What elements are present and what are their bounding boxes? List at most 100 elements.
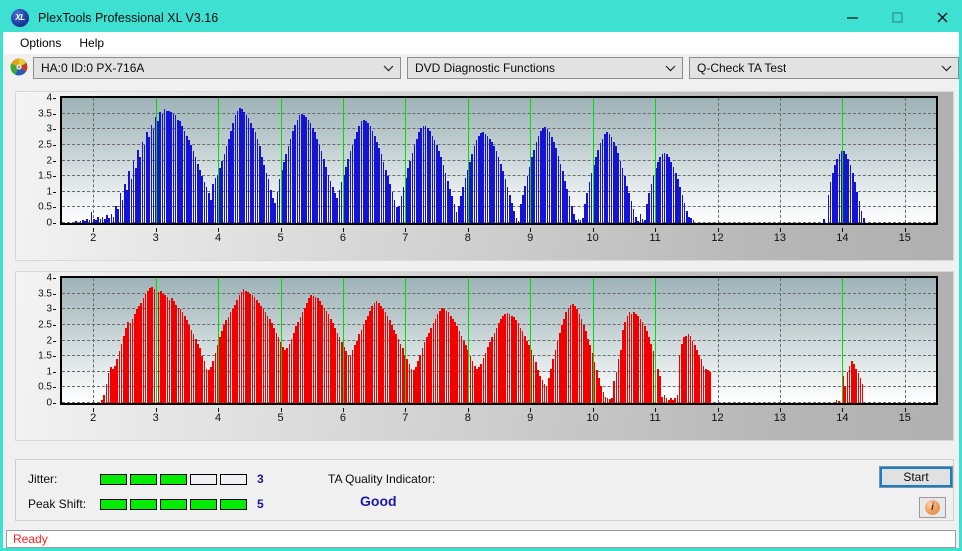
- x-axis-tick-label: 7: [402, 232, 409, 244]
- start-button[interactable]: Start: [879, 466, 953, 488]
- x-axis-tick: [218, 228, 220, 232]
- x-axis-tick-label: 15: [898, 232, 911, 244]
- y-axis-tick-label: 0.5: [38, 201, 52, 213]
- x-axis-tick: [904, 408, 906, 412]
- drive-selector-value: HA:0 ID:0 PX-716A: [41, 61, 145, 75]
- jitter-label: Jitter:: [28, 472, 58, 486]
- chevron-down-icon: [665, 58, 676, 78]
- x-axis-tick-label: 9: [527, 232, 534, 244]
- x-axis-tick: [717, 228, 719, 232]
- track-marker: [155, 98, 157, 223]
- jitter-meter: [100, 473, 250, 485]
- chart-bar: [862, 218, 865, 223]
- track-marker: [842, 98, 844, 223]
- y-axis-tick: [53, 129, 56, 131]
- meter-segment: [100, 473, 127, 485]
- function-group-value: DVD Diagnostic Functions: [415, 61, 556, 75]
- y-axis-tick: [53, 144, 56, 146]
- peakshift-chart-panel: 0 0.5 1 1.5 2 2.5 3 3.5 4 2 3 4 5 6 7 8 9 10 11 12 13 14 15: [15, 271, 954, 441]
- chart-bar: [692, 219, 695, 223]
- selector-row: HA:0 ID:0 PX-716A DVD Diagnostic Functio…: [3, 54, 959, 85]
- x-axis-tick-label: 6: [339, 232, 346, 244]
- x-axis-tick-label: 12: [711, 412, 724, 424]
- x-axis-tick-label: 5: [277, 412, 284, 424]
- y-axis-tick-label: 3.5: [38, 108, 52, 120]
- x-axis-tick: [655, 228, 657, 232]
- x-axis-tick-label: 11: [649, 232, 661, 244]
- x-axis-tick: [842, 408, 844, 412]
- menu-item-options[interactable]: Options: [11, 34, 70, 52]
- ta-quality-block: TA Quality Indicator: Good: [328, 472, 435, 509]
- chart-bar: [861, 384, 864, 403]
- y-axis-tick: [53, 309, 56, 311]
- y-axis-tick: [53, 387, 56, 389]
- maximize-icon[interactable]: [875, 3, 920, 32]
- function-group-selector[interactable]: DVD Diagnostic Functions: [407, 57, 683, 79]
- x-axis-tick-label: 2: [90, 232, 97, 244]
- y-axis-tick-label: 2: [46, 155, 52, 166]
- x-axis-tick-label: 12: [711, 232, 724, 244]
- x-axis-tick-label: 8: [464, 232, 471, 244]
- y-axis-tick: [53, 324, 56, 326]
- y-axis-tick-label: 1: [46, 366, 52, 378]
- jitter-meter-row: Jitter: 3: [28, 472, 264, 486]
- track-marker: [655, 278, 657, 403]
- y-axis-tick-label: 2.5: [38, 139, 52, 151]
- peakshift-bars: [62, 278, 936, 403]
- y-axis-tick: [53, 223, 56, 224]
- xl-logo-icon: XL: [11, 8, 29, 27]
- menu-item-help[interactable]: Help: [70, 34, 113, 52]
- meter-segment: [130, 498, 157, 510]
- x-axis-tick-label: 4: [215, 232, 222, 244]
- jitter-value: 3: [257, 472, 264, 486]
- peakshift-meter-row: Peak Shift: 5: [28, 497, 264, 511]
- drive-selector[interactable]: HA:0 ID:0 PX-716A: [33, 57, 401, 79]
- y-axis-tick: [53, 403, 56, 404]
- minimize-icon[interactable]: [830, 3, 875, 32]
- peakshift-y-axis: 0 0.5 1 1.5 2 2.5 3 3.5 4: [16, 272, 56, 409]
- peakshift-value: 5: [257, 497, 264, 511]
- test-selector-value: Q-Check TA Test: [697, 61, 787, 75]
- track-marker: [218, 278, 220, 403]
- y-axis-tick-label: 4: [46, 272, 52, 284]
- jitter-y-axis: 0 0.5 1 1.5 2 2.5 3 3.5 4: [16, 93, 56, 229]
- track-marker: [592, 98, 594, 223]
- track-marker: [405, 278, 407, 403]
- x-axis-tick-label: 13: [773, 232, 787, 244]
- track-marker: [280, 278, 282, 403]
- disc-icon: [10, 58, 28, 76]
- track-marker: [155, 278, 157, 403]
- x-axis-tick-label: 14: [836, 412, 849, 424]
- jitter-chart-panel: 0 0.5 1 1.5 2 2.5 3 3.5 4 2 3 4 5 6 7 8 9 10 11 12 13 14 15: [15, 91, 954, 261]
- meter-segment: [100, 498, 127, 510]
- y-axis-tick: [53, 98, 56, 99]
- x-axis-tick: [155, 228, 157, 232]
- test-selector[interactable]: Q-Check TA Test: [689, 57, 959, 79]
- y-axis-tick: [53, 293, 56, 295]
- x-axis-tick: [592, 408, 594, 412]
- x-axis-tick-label: 7: [402, 412, 409, 424]
- x-axis-tick-label: 10: [586, 232, 599, 244]
- x-axis-tick-label: 8: [464, 412, 471, 424]
- y-axis-tick: [53, 191, 56, 193]
- y-axis-tick: [53, 160, 56, 162]
- x-axis-tick-label: 3: [152, 412, 159, 424]
- chart-bar: [837, 400, 840, 403]
- track-marker: [405, 98, 407, 223]
- info-button[interactable]: i: [919, 497, 946, 518]
- track-marker: [842, 278, 844, 403]
- y-axis-tick: [53, 340, 56, 342]
- x-axis-tick: [655, 408, 657, 412]
- x-axis-tick: [155, 408, 157, 412]
- close-icon[interactable]: [920, 3, 959, 32]
- ta-quality-label: TA Quality Indicator:: [328, 472, 436, 486]
- x-axis-tick: [405, 408, 407, 412]
- track-marker: [467, 98, 469, 223]
- x-axis-tick-label: 14: [836, 232, 849, 244]
- window-controls: [830, 3, 959, 32]
- y-axis-tick-label: 2.5: [38, 319, 52, 331]
- jitter-x-axis: 2 3 4 5 6 7 8 9 10 11 12 13 14 15: [60, 228, 938, 248]
- x-axis-tick: [342, 228, 344, 232]
- y-axis-tick-label: 0: [46, 397, 52, 409]
- x-axis-tick: [280, 228, 282, 232]
